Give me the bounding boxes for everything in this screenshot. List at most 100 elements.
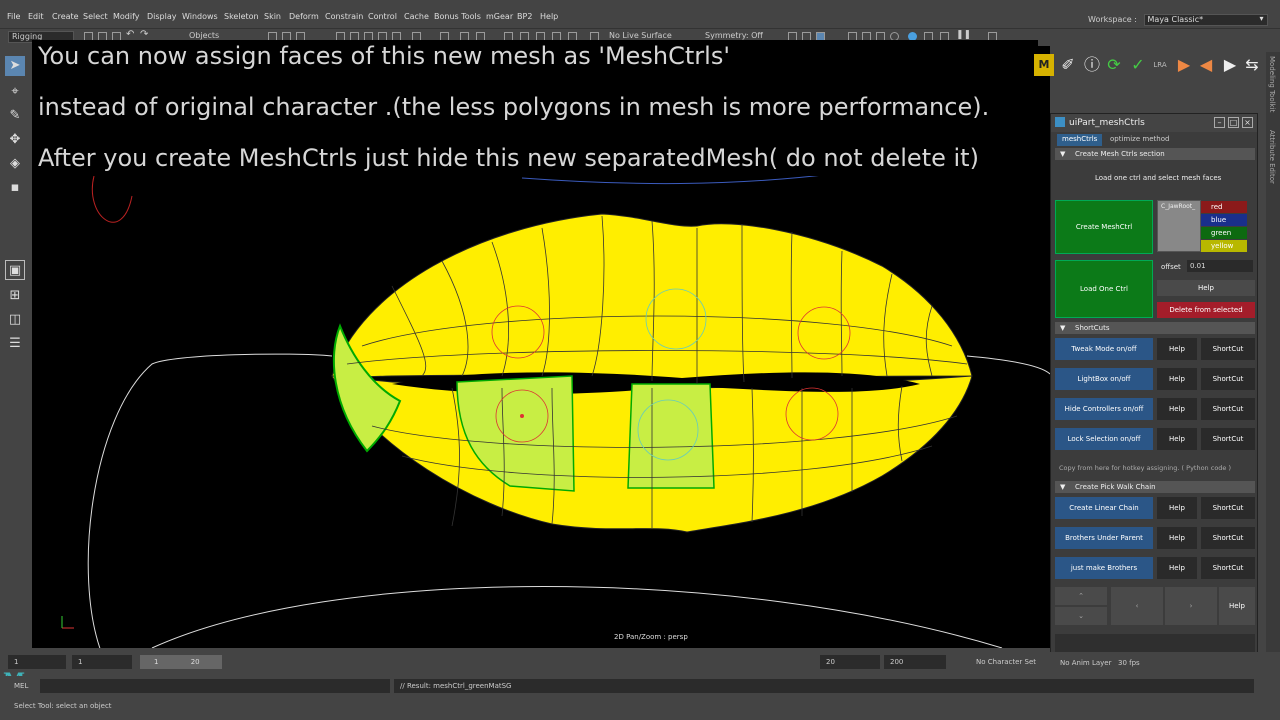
refresh-icon[interactable]: ⟳ bbox=[1104, 54, 1124, 76]
brothers-under-parent-help-button[interactable]: Help bbox=[1157, 527, 1197, 549]
attribute-editor-tab[interactable]: Attribute Editor bbox=[1268, 130, 1276, 184]
mesh-ctrls-window: uiPart_meshCtrls – □ × meshCtrls optimiz… bbox=[1050, 113, 1258, 658]
menu-mgear[interactable]: mGear bbox=[486, 12, 513, 21]
playback-end-field[interactable]: 20 bbox=[820, 655, 880, 669]
pause-icon[interactable]: ❚❚ bbox=[956, 30, 971, 40]
create-meshctrl-button[interactable]: Create MeshCtrl bbox=[1055, 200, 1153, 254]
close-icon[interactable]: × bbox=[1242, 117, 1253, 128]
lock-selection-shortcut-button[interactable]: ShortCut bbox=[1201, 428, 1255, 450]
lasso-tool-icon[interactable]: ⌖ bbox=[5, 82, 25, 102]
linear-chain-shortcut-button[interactable]: ShortCut bbox=[1201, 497, 1255, 519]
lightbox-button[interactable]: LightBox on/off bbox=[1055, 368, 1153, 390]
pick-walk-left-icon[interactable]: ‹ bbox=[1111, 587, 1163, 625]
select-tool-icon[interactable]: ➤ bbox=[5, 56, 25, 76]
section-shortcuts[interactable]: ShortCuts bbox=[1055, 322, 1255, 334]
color-green[interactable]: green bbox=[1201, 227, 1247, 239]
menu-display[interactable]: Display bbox=[147, 12, 177, 21]
tweak-shortcut-button[interactable]: ShortCut bbox=[1201, 338, 1255, 360]
hide-controllers-button[interactable]: Hide Controllers on/off bbox=[1055, 398, 1153, 420]
linear-chain-help-button[interactable]: Help bbox=[1157, 497, 1197, 519]
menu-bp2[interactable]: BP2 bbox=[517, 12, 532, 21]
pick-walk-help-button[interactable]: Help bbox=[1219, 587, 1255, 625]
move-tool-icon[interactable]: ✥ bbox=[5, 130, 25, 150]
menu-modify[interactable]: Modify bbox=[113, 12, 140, 21]
lock-selection-button[interactable]: Lock Selection on/off bbox=[1055, 428, 1153, 450]
layout-four-icon[interactable]: ⊞ bbox=[5, 286, 25, 306]
lock-selection-help-button[interactable]: Help bbox=[1157, 428, 1197, 450]
modeling-toolkit-tab[interactable]: Modeling Toolkit bbox=[1268, 56, 1276, 112]
fps-dropdown[interactable]: 30 fps bbox=[1112, 659, 1170, 669]
tab-optimize-method[interactable]: optimize method bbox=[1105, 134, 1174, 146]
offset-field[interactable]: 0.01 bbox=[1187, 260, 1253, 272]
brothers-under-parent-button[interactable]: Brothers Under Parent bbox=[1055, 527, 1153, 549]
menu-constrain[interactable]: Constrain bbox=[325, 12, 363, 21]
menu-create[interactable]: Create bbox=[52, 12, 79, 21]
prev-key-icon[interactable]: ◀ bbox=[1196, 54, 1216, 76]
pick-walk-up-icon[interactable]: ⌃ bbox=[1055, 587, 1107, 605]
scale-tool-icon[interactable]: ▪ bbox=[5, 178, 25, 198]
color-yellow[interactable]: yellow bbox=[1201, 240, 1247, 252]
range-bar[interactable]: 1 20 bbox=[140, 655, 222, 669]
ctrl-list-item[interactable]: C_JawRoot_ bbox=[1161, 203, 1195, 210]
menu-file[interactable]: File bbox=[7, 12, 20, 21]
minimize-icon[interactable]: – bbox=[1214, 117, 1225, 128]
forward-icon[interactable]: ▶ bbox=[1220, 54, 1240, 76]
menu-bonus-tools[interactable]: Bonus Tools bbox=[434, 12, 481, 21]
lightbox-shortcut-button[interactable]: ShortCut bbox=[1201, 368, 1255, 390]
create-linear-chain-button[interactable]: Create Linear Chain bbox=[1055, 497, 1153, 519]
end-time-field[interactable]: 200 bbox=[884, 655, 946, 669]
menu-skin[interactable]: Skin bbox=[264, 12, 281, 21]
character-set-dropdown[interactable]: No Character Set bbox=[970, 655, 1044, 669]
ctrl-list[interactable]: C_JawRoot_ bbox=[1157, 200, 1201, 252]
range-end-value: 20 bbox=[190, 658, 200, 666]
menu-cache[interactable]: Cache bbox=[404, 12, 429, 21]
delete-from-selected-button[interactable]: Delete from selected bbox=[1157, 302, 1255, 318]
menu-edit[interactable]: Edit bbox=[28, 12, 44, 21]
playback-start-field[interactable]: 1 bbox=[72, 655, 132, 669]
menu-select[interactable]: Select bbox=[83, 12, 108, 21]
just-make-brothers-help-button[interactable]: Help bbox=[1157, 557, 1197, 579]
mel-input[interactable] bbox=[40, 679, 390, 693]
menu-control[interactable]: Control bbox=[368, 12, 397, 21]
redo-icon[interactable]: ↷ bbox=[140, 29, 149, 40]
section-create-mesh-ctrls[interactable]: Create Mesh Ctrls section bbox=[1055, 148, 1255, 160]
info-icon[interactable]: ⓘ bbox=[1082, 54, 1102, 76]
lightbox-help-button[interactable]: Help bbox=[1157, 368, 1197, 390]
mesh-ctrls-icon[interactable]: M bbox=[1034, 54, 1054, 76]
tab-meshctrls[interactable]: meshCtrls bbox=[1057, 134, 1103, 146]
just-make-brothers-button[interactable]: just make Brothers bbox=[1055, 557, 1153, 579]
start-time-field[interactable]: 1 bbox=[8, 655, 66, 669]
lra-icon[interactable]: LRA bbox=[1150, 54, 1170, 76]
pick-walk-down-icon[interactable]: ⌄ bbox=[1055, 607, 1107, 625]
joint-tool-icon[interactable]: ✓ bbox=[1128, 54, 1148, 76]
color-blue[interactable]: blue bbox=[1201, 214, 1247, 226]
hide-controllers-shortcut-button[interactable]: ShortCut bbox=[1201, 398, 1255, 420]
menu-deform[interactable]: Deform bbox=[289, 12, 319, 21]
layout-single-icon[interactable]: ▣ bbox=[5, 260, 25, 280]
tweak-mode-button[interactable]: Tweak Mode on/off bbox=[1055, 338, 1153, 360]
outliner-icon[interactable]: ☰ bbox=[5, 334, 25, 354]
menu-windows[interactable]: Windows bbox=[182, 12, 218, 21]
just-make-brothers-shortcut-button[interactable]: ShortCut bbox=[1201, 557, 1255, 579]
undo-icon[interactable]: ↶ bbox=[126, 29, 135, 40]
brothers-under-parent-shortcut-button[interactable]: ShortCut bbox=[1201, 527, 1255, 549]
next-key-icon[interactable]: ▶ bbox=[1174, 54, 1194, 76]
workspace-dropdown[interactable]: Maya Classic* bbox=[1143, 14, 1268, 26]
menu-help[interactable]: Help bbox=[540, 12, 558, 21]
mel-label[interactable]: MEL bbox=[8, 679, 38, 693]
rotate-tool-icon[interactable]: ◈ bbox=[5, 154, 25, 174]
section-pick-walk-chain[interactable]: Create Pick Walk Chain bbox=[1055, 481, 1255, 493]
pick-walk-right-icon[interactable]: › bbox=[1165, 587, 1217, 625]
tweak-help-button[interactable]: Help bbox=[1157, 338, 1197, 360]
hide-controllers-help-button[interactable]: Help bbox=[1157, 398, 1197, 420]
mirror-icon[interactable]: ⇆ bbox=[1242, 54, 1262, 76]
load-one-ctrl-button[interactable]: Load One Ctrl bbox=[1055, 260, 1153, 318]
brush-icon[interactable]: ✐ bbox=[1058, 54, 1078, 76]
color-red[interactable]: red bbox=[1201, 201, 1247, 213]
maximize-icon[interactable]: □ bbox=[1228, 117, 1239, 128]
anim-layer-dropdown[interactable]: No Anim Layer bbox=[1054, 659, 1112, 669]
menu-skeleton[interactable]: Skeleton bbox=[224, 12, 259, 21]
help-button[interactable]: Help bbox=[1157, 280, 1255, 296]
layout-two-icon[interactable]: ◫ bbox=[5, 310, 25, 330]
paint-select-icon[interactable]: ✎ bbox=[5, 106, 25, 126]
